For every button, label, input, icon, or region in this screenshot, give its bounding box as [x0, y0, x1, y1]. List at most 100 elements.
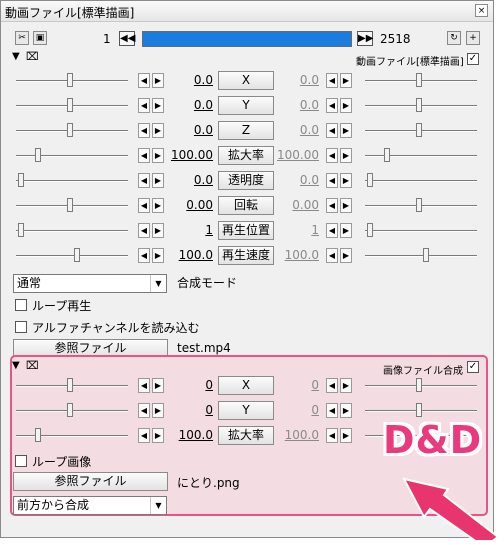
param-name-button[interactable]: 透明度 — [218, 171, 274, 190]
left-slider-thumb[interactable] — [67, 198, 73, 212]
right-slider-thumb[interactable] — [367, 223, 373, 237]
left-slider-thumb[interactable] — [35, 428, 41, 442]
right-increase-arrow-icon[interactable]: ▶ — [340, 403, 352, 418]
end-value[interactable]: 100.00 — [276, 148, 319, 162]
right-slider-thumb[interactable] — [416, 403, 422, 417]
left-increase-arrow-icon[interactable]: ▶ — [152, 123, 164, 138]
filter-enable-checkbox[interactable]: ✓ — [467, 361, 479, 373]
left-decrease-arrow-icon[interactable]: ◀ — [138, 403, 150, 418]
left-decrease-arrow-icon[interactable]: ◀ — [138, 223, 150, 238]
right-decrease-arrow-icon[interactable]: ◀ — [326, 123, 338, 138]
param-name-button[interactable]: X — [218, 376, 274, 395]
seek-bar[interactable] — [142, 31, 352, 47]
prev-frame-button[interactable]: ◀◀ — [119, 31, 135, 46]
start-value[interactable]: 1 — [168, 223, 213, 237]
left-increase-arrow-icon[interactable]: ▶ — [152, 98, 164, 113]
right-decrease-arrow-icon[interactable]: ◀ — [326, 248, 338, 263]
left-increase-arrow-icon[interactable]: ▶ — [152, 248, 164, 263]
start-value[interactable]: 0 — [168, 378, 213, 392]
right-increase-arrow-icon[interactable]: ▶ — [340, 173, 352, 188]
param-name-button[interactable]: 再生位置 — [218, 221, 274, 240]
start-value[interactable]: 0.0 — [168, 98, 213, 112]
end-value[interactable]: 0 — [276, 403, 319, 417]
right-decrease-arrow-icon[interactable]: ◀ — [326, 173, 338, 188]
left-increase-arrow-icon[interactable]: ▶ — [152, 428, 164, 443]
left-slider-thumb[interactable] — [74, 248, 80, 262]
left-decrease-arrow-icon[interactable]: ◀ — [138, 73, 150, 88]
param-name-button[interactable]: 拡大率 — [218, 146, 274, 165]
right-increase-arrow-icon[interactable]: ▶ — [340, 73, 352, 88]
right-increase-arrow-icon[interactable]: ▶ — [340, 148, 352, 163]
start-value[interactable]: 100.0 — [168, 428, 213, 442]
alpha-checkbox[interactable] — [15, 321, 27, 333]
start-value[interactable]: 0 — [168, 403, 213, 417]
left-decrease-arrow-icon[interactable]: ◀ — [138, 123, 150, 138]
composite-mode-select[interactable]: 前方から合成 ▼ — [13, 496, 167, 515]
filter-collapse-triangle-icon[interactable]: ▼ — [12, 360, 20, 371]
start-value[interactable]: 100.0 — [168, 248, 213, 262]
left-increase-arrow-icon[interactable]: ▶ — [152, 223, 164, 238]
left-decrease-arrow-icon[interactable]: ◀ — [138, 248, 150, 263]
right-decrease-arrow-icon[interactable]: ◀ — [326, 403, 338, 418]
right-increase-arrow-icon[interactable]: ▶ — [340, 223, 352, 238]
right-increase-arrow-icon[interactable]: ▶ — [340, 378, 352, 393]
left-decrease-arrow-icon[interactable]: ◀ — [138, 148, 150, 163]
right-slider-thumb[interactable] — [416, 123, 422, 137]
start-value[interactable]: 0.0 — [168, 73, 213, 87]
camera-icon[interactable]: ▣ — [33, 31, 47, 45]
right-slider-thumb[interactable] — [384, 148, 390, 162]
right-slider-thumb[interactable] — [416, 98, 422, 112]
left-slider-thumb[interactable] — [67, 73, 73, 87]
right-slider-thumb[interactable] — [367, 173, 373, 187]
loop-checkbox[interactable] — [15, 299, 27, 311]
close-button[interactable]: × — [475, 4, 488, 17]
end-value[interactable]: 100.0 — [276, 248, 319, 262]
end-value[interactable]: 100.0 — [276, 428, 319, 442]
object-enable-checkbox[interactable]: ✓ — [467, 53, 479, 65]
param-name-button[interactable]: 回転 — [218, 196, 274, 215]
left-decrease-arrow-icon[interactable]: ◀ — [138, 173, 150, 188]
left-increase-arrow-icon[interactable]: ▶ — [152, 73, 164, 88]
right-decrease-arrow-icon[interactable]: ◀ — [326, 73, 338, 88]
refresh-icon[interactable]: ↻ — [447, 31, 461, 45]
param-name-button[interactable]: Y — [218, 96, 274, 115]
left-slider-thumb[interactable] — [67, 403, 73, 417]
param-name-button[interactable]: Z — [218, 121, 274, 140]
filter-reference-file-button[interactable]: 参照ファイル — [13, 472, 168, 491]
left-slider-thumb[interactable] — [18, 223, 24, 237]
left-decrease-arrow-icon[interactable]: ◀ — [138, 98, 150, 113]
right-decrease-arrow-icon[interactable]: ◀ — [326, 223, 338, 238]
param-name-button[interactable]: X — [218, 71, 274, 90]
left-decrease-arrow-icon[interactable]: ◀ — [138, 378, 150, 393]
left-slider-thumb[interactable] — [35, 148, 41, 162]
add-filter-icon[interactable]: + — [466, 31, 480, 45]
end-value[interactable]: 0.0 — [276, 173, 319, 187]
blend-mode-select[interactable]: 通常 ▼ — [13, 274, 167, 293]
end-value[interactable]: 1 — [276, 223, 319, 237]
start-value[interactable]: 0.00 — [168, 198, 213, 212]
right-decrease-arrow-icon[interactable]: ◀ — [326, 198, 338, 213]
end-value[interactable]: 0.0 — [276, 73, 319, 87]
right-increase-arrow-icon[interactable]: ▶ — [340, 123, 352, 138]
loop-image-checkbox[interactable] — [15, 455, 27, 467]
param-name-button[interactable]: 再生速度 — [218, 246, 274, 265]
param-name-button[interactable]: Y — [218, 401, 274, 420]
end-value[interactable]: 0 — [276, 378, 319, 392]
left-decrease-arrow-icon[interactable]: ◀ — [138, 198, 150, 213]
end-value[interactable]: 0.0 — [276, 98, 319, 112]
right-decrease-arrow-icon[interactable]: ◀ — [326, 428, 338, 443]
left-increase-arrow-icon[interactable]: ▶ — [152, 378, 164, 393]
start-value[interactable]: 100.00 — [168, 148, 213, 162]
left-slider-thumb[interactable] — [18, 173, 24, 187]
right-increase-arrow-icon[interactable]: ▶ — [340, 428, 352, 443]
right-slider-thumb[interactable] — [416, 378, 422, 392]
right-slider-thumb[interactable] — [416, 73, 422, 87]
right-increase-arrow-icon[interactable]: ▶ — [340, 98, 352, 113]
right-increase-arrow-icon[interactable]: ▶ — [340, 198, 352, 213]
right-decrease-arrow-icon[interactable]: ◀ — [326, 98, 338, 113]
left-slider-thumb[interactable] — [67, 123, 73, 137]
right-slider-thumb[interactable] — [423, 248, 429, 262]
left-slider-thumb[interactable] — [67, 98, 73, 112]
left-increase-arrow-icon[interactable]: ▶ — [152, 198, 164, 213]
left-increase-arrow-icon[interactable]: ▶ — [152, 148, 164, 163]
